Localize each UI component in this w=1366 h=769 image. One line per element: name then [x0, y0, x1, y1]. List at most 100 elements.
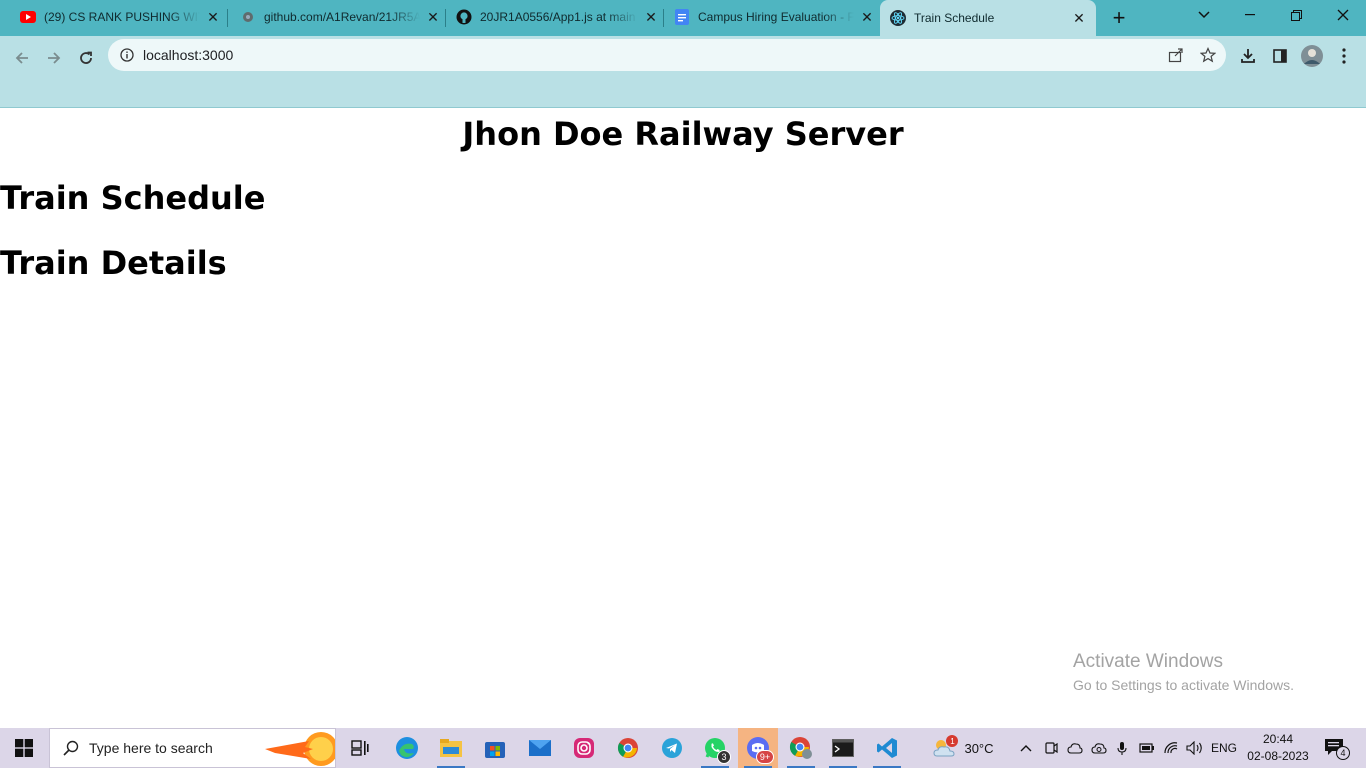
minimize-icon: [1245, 14, 1255, 16]
tab-title: 20JR1A0556/App1.js at main: [480, 10, 636, 24]
weather-temperature: 30°C: [964, 740, 994, 756]
file-explorer-icon: [440, 739, 462, 757]
tab-github-app[interactable]: 20JR1A0556/App1.js at main ✕: [450, 2, 660, 32]
back-button[interactable]: [8, 44, 36, 72]
reload-button[interactable]: [72, 44, 100, 72]
vscode-app[interactable]: [867, 728, 907, 768]
side-panel-button[interactable]: [1268, 44, 1292, 68]
edge-icon: [396, 737, 418, 759]
close-tab-icon[interactable]: ✕: [642, 8, 660, 26]
whatsapp-app[interactable]: 3: [695, 728, 735, 768]
download-icon: [1241, 49, 1255, 63]
edge-app[interactable]: [387, 728, 427, 768]
wifi-icon: [1164, 742, 1178, 754]
file-explorer-app[interactable]: [431, 728, 471, 768]
arrow-left-icon: [15, 52, 28, 64]
clock[interactable]: 20:44 02-08-2023: [1240, 731, 1316, 765]
train-schedule-heading: Train Schedule: [0, 179, 266, 217]
search-highlight-icon: [265, 732, 335, 766]
onedrive-tray[interactable]: [1064, 728, 1086, 768]
activation-watermark: Activate Windows Go to Settings to activ…: [1073, 651, 1294, 693]
telegram-icon: [662, 738, 682, 758]
tab-search-button[interactable]: [1181, 0, 1227, 30]
microphone-tray[interactable]: [1112, 728, 1132, 768]
camera-icon: [1045, 742, 1058, 754]
telegram-app[interactable]: [652, 728, 692, 768]
tab-train-schedule[interactable]: Train Schedule ✕: [880, 0, 1096, 36]
microsoft-store-icon: [485, 742, 505, 758]
instagram-icon: [574, 738, 594, 758]
notification-center-button[interactable]: 4: [1320, 728, 1350, 768]
close-window-button[interactable]: [1320, 0, 1366, 30]
chat-app[interactable]: 9+: [738, 728, 778, 768]
mail-app[interactable]: [520, 728, 560, 768]
tab-title: Train Schedule: [914, 11, 995, 25]
close-icon: [1337, 9, 1349, 21]
info-icon[interactable]: [119, 47, 135, 63]
watermark-title: Activate Windows: [1073, 651, 1223, 672]
notification-icon: 4: [1324, 738, 1350, 760]
chrome-profile-app[interactable]: [781, 728, 821, 768]
tab-github-url[interactable]: github.com/A1Revan/21JR5A ✕: [232, 2, 442, 32]
share-button[interactable]: [1165, 44, 1187, 66]
taskbar-search[interactable]: Type here to search: [49, 728, 336, 768]
task-view-icon: [351, 740, 369, 756]
close-tab-icon[interactable]: ✕: [858, 8, 876, 26]
new-tab-button[interactable]: +: [1107, 5, 1131, 30]
arrow-right-icon: [48, 52, 61, 64]
forward-button[interactable]: [40, 44, 68, 72]
google-docs-icon: [674, 9, 690, 25]
onedrive-tray-2[interactable]: [1088, 728, 1110, 768]
chat-badge: 9+: [756, 750, 774, 764]
close-tab-icon[interactable]: ✕: [1070, 9, 1088, 27]
terminal-icon: [832, 739, 854, 757]
notification-count-badge: 4: [1336, 746, 1350, 760]
tab-campus-hiring[interactable]: Campus Hiring Evaluation - F ✕: [668, 2, 876, 32]
restore-button[interactable]: [1273, 0, 1319, 30]
more-vertical-icon: [1342, 48, 1346, 64]
tab-title: github.com/A1Revan/21JR5A: [264, 10, 420, 24]
terminal-app[interactable]: [823, 728, 863, 768]
taskbar: Type here to search 3 9+ 1 30°C ENG 20:4…: [0, 728, 1366, 768]
downloads-button[interactable]: [1236, 44, 1260, 68]
close-tab-icon[interactable]: ✕: [424, 8, 442, 26]
chrome-app[interactable]: [608, 728, 648, 768]
globe-icon: [240, 9, 256, 25]
tab-separator: [663, 9, 664, 27]
train-details-heading: Train Details: [0, 244, 227, 282]
volume-tray[interactable]: [1184, 728, 1206, 768]
share-icon: [1168, 48, 1183, 63]
chrome-icon: [617, 738, 638, 758]
show-hidden-icons-button[interactable]: [1016, 728, 1036, 768]
instagram-app[interactable]: [564, 728, 604, 768]
github-icon: [456, 9, 472, 25]
task-view-button[interactable]: [340, 728, 380, 768]
minimize-button[interactable]: [1227, 0, 1273, 30]
mail-icon: [529, 740, 551, 756]
tab-youtube[interactable]: (29) CS RANK PUSHING WITH ✕: [12, 2, 222, 32]
chevron-down-icon: [1198, 11, 1210, 19]
clock-time: 20:44: [1262, 732, 1294, 746]
language-indicator[interactable]: ENG: [1208, 728, 1240, 768]
profile-button[interactable]: [1300, 44, 1324, 68]
speaker-icon: [1186, 741, 1202, 755]
close-tab-icon[interactable]: ✕: [204, 8, 222, 26]
weather-widget[interactable]: 1 30°C: [928, 728, 998, 768]
youtube-icon: [20, 9, 36, 25]
battery-tray[interactable]: [1136, 728, 1158, 768]
chevron-up-icon: [1020, 745, 1032, 752]
tab-strip: (29) CS RANK PUSHING WITH ✕ github.com/A…: [0, 0, 1366, 36]
side-panel-icon: [1273, 49, 1287, 63]
url-text[interactable]: localhost:3000: [143, 47, 233, 63]
microsoft-store-app[interactable]: [475, 728, 515, 768]
web-page: Jhon Doe Railway Server Train Schedule T…: [0, 109, 1366, 728]
wifi-tray[interactable]: [1160, 728, 1182, 768]
address-bar[interactable]: localhost:3000: [108, 39, 1226, 71]
start-button[interactable]: [0, 728, 48, 768]
bookmark-button[interactable]: [1197, 44, 1219, 66]
tab-separator: [227, 9, 228, 27]
menu-button[interactable]: [1332, 44, 1356, 68]
watermark-subtitle: Go to Settings to activate Windows.: [1073, 677, 1294, 693]
chrome-profile-icon: [789, 737, 812, 759]
meet-now-tray[interactable]: [1040, 728, 1062, 768]
